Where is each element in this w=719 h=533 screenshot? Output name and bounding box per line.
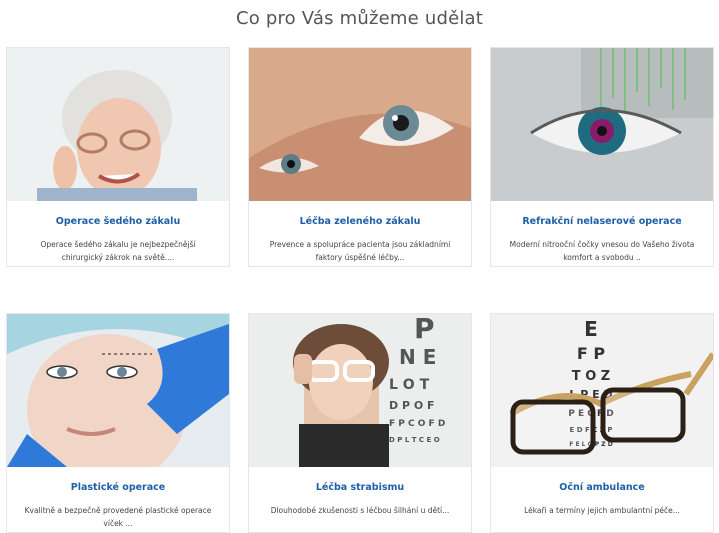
card-title[interactable]: Léčba zeleného zákalu — [249, 216, 471, 227]
card-description: Prevence a spolupráce pacienta jsou zákl… — [269, 240, 451, 262]
card-title[interactable]: Refrakční nelaserové operace — [491, 216, 713, 227]
digital-eye-photo[interactable] — [491, 48, 713, 201]
svg-text:T O Z: T O Z — [572, 369, 610, 384]
service-card-cataract[interactable]: Operace šedého zákalu Operace šedého zák… — [6, 47, 230, 267]
card-description: Operace šedého zákalu je nejbezpečnější … — [40, 240, 196, 262]
card-description: Kvalitně a bezpečně provedené plastické … — [24, 506, 212, 528]
service-card-ambulance[interactable]: E F P T O Z L P E D P E C F D E D F C Z … — [490, 313, 714, 533]
glasses-on-eye-chart-photo[interactable]: E F P T O Z L P E D P E C F D E D F C Z … — [491, 314, 713, 467]
card-title[interactable]: Oční ambulance — [491, 482, 713, 493]
svg-text:N E: N E — [399, 345, 436, 369]
girl-with-glasses-photo[interactable]: P N E L O T D P O F F P C O F D D P L T … — [249, 314, 471, 467]
card-title[interactable]: Léčba strabismu — [249, 482, 471, 493]
card-title[interactable]: Plastické operace — [7, 482, 229, 493]
svg-text:P: P — [414, 314, 435, 345]
card-description: Dlouhodobé zkušenosti s léčbou šilhání u… — [270, 506, 450, 515]
service-card-glaucoma[interactable]: Léčba zeleného zákalu Prevence a spolupr… — [248, 47, 472, 267]
service-card-strabismus[interactable]: P N E L O T D P O F F P C O F D D P L T … — [248, 313, 472, 533]
elderly-woman-photo[interactable] — [7, 48, 229, 201]
card-description: Lékaři a termíny jejich ambulantní péče.… — [524, 506, 680, 515]
section-title: Co pro Vás můžeme udělat — [235, 8, 484, 29]
svg-text:F P: F P — [577, 344, 606, 363]
service-card-plastic[interactable]: Plastické operace Kvalitně a bezpečně pr… — [6, 313, 230, 533]
card-description: Moderní nitrooční čočky vnesou do Vašeho… — [509, 240, 695, 262]
svg-text:L O T: L O T — [389, 377, 430, 393]
svg-text:D P L T C E O: D P L T C E O — [389, 436, 440, 444]
service-card-refractive[interactable]: Refrakční nelaserové operace Moderní nit… — [490, 47, 714, 267]
svg-text:D P O F: D P O F — [389, 399, 435, 412]
eye-closeup-photo[interactable] — [249, 48, 471, 201]
svg-text:E: E — [584, 317, 598, 341]
svg-text:F P C O F D: F P C O F D — [389, 419, 445, 429]
plastic-surgery-photo[interactable] — [7, 314, 229, 467]
card-title[interactable]: Operace šedého zákalu — [7, 216, 229, 227]
